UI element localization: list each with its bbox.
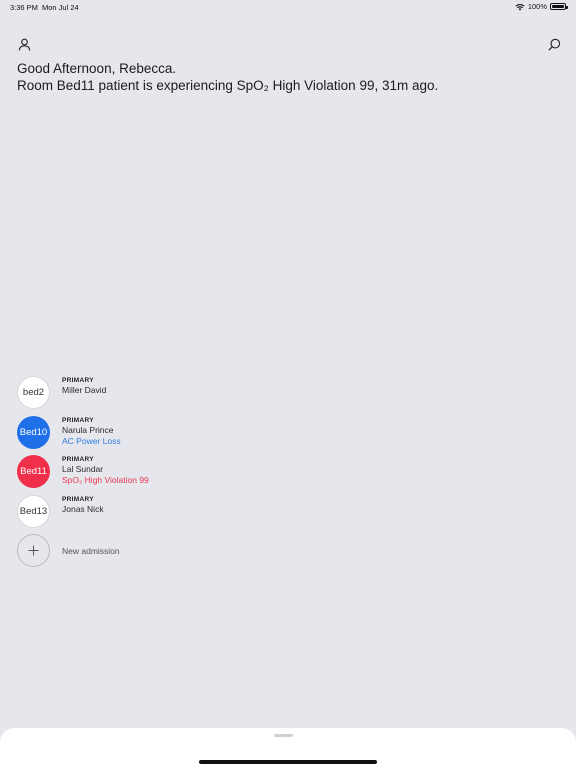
bed-avatar[interactable]: bed2 — [17, 376, 50, 409]
bed-role: PRIMARY — [62, 416, 94, 424]
wifi-icon — [515, 3, 525, 10]
bed-row-bed10[interactable]: Bed10 PRIMARY Narula Prince AC Power Los… — [17, 412, 317, 452]
bed-info: PRIMARY Lal Sundar SpO₂ High Violation 9… — [62, 455, 149, 486]
bed-role: PRIMARY — [62, 456, 94, 463]
bed-info: PRIMARY Jonas Nick — [62, 495, 104, 515]
patient-name: Narula Prince — [62, 424, 114, 435]
greeting-title: Good Afternoon, Rebecca. — [17, 61, 177, 76]
greeting-alert-summary: Room Bed11 patient is experiencing SpO₂ … — [17, 77, 439, 93]
bed-alert: SpO₂ High Violation 99 — [62, 475, 149, 485]
bed-role: PRIMARY — [62, 377, 94, 384]
status-right: 100% — [515, 2, 568, 11]
bed-row-bed11[interactable]: Bed11 PRIMARY Lal Sundar SpO₂ High Viola… — [17, 451, 317, 491]
status-bar: 3:36 PM Mon Jul 24 100% — [0, 0, 576, 14]
sheet-grabber[interactable] — [274, 734, 293, 737]
bed-list: bed2 PRIMARY Miller David Bed10 PRIMARY … — [17, 372, 317, 570]
bed-avatar[interactable]: Bed13 — [17, 494, 50, 528]
greeting: Good Afternoon, Rebecca. Room Bed11 pati… — [17, 61, 556, 94]
new-admission-label[interactable]: New admission — [62, 546, 120, 556]
patient-name: Lal Sundar — [62, 464, 104, 474]
bed-info: PRIMARY Narula Prince AC Power Loss — [62, 416, 121, 447]
search-icon — [548, 38, 560, 50]
status-time: 3:36 PM — [10, 3, 38, 12]
bed-avatar[interactable]: Bed10 — [17, 415, 50, 449]
home-indicator[interactable] — [199, 760, 377, 764]
bed-row-bed2[interactable]: bed2 PRIMARY Miller David — [17, 372, 317, 412]
bed-info: PRIMARY Miller David — [62, 376, 106, 396]
new-admission-button[interactable] — [17, 534, 50, 567]
battery-fill — [552, 5, 564, 8]
status-date: Mon Jul 24 — [42, 3, 79, 12]
patient-name: Miller David — [62, 385, 107, 395]
bed-alert: AC Power Loss — [62, 435, 121, 446]
plus-icon — [28, 545, 39, 556]
battery-percent: 100% — [527, 2, 547, 11]
profile-button[interactable] — [16, 36, 32, 52]
new-admission-row[interactable]: New admission — [17, 530, 317, 570]
bed-role: PRIMARY — [62, 495, 94, 503]
search-button[interactable] — [546, 36, 562, 52]
patient-name: Jonas Nick — [62, 503, 104, 514]
bed-row-bed13[interactable]: Bed13 PRIMARY Jonas Nick — [17, 491, 317, 531]
person-icon — [18, 38, 30, 51]
battery-icon — [550, 3, 568, 10]
bed-avatar[interactable]: Bed11 — [17, 455, 50, 488]
